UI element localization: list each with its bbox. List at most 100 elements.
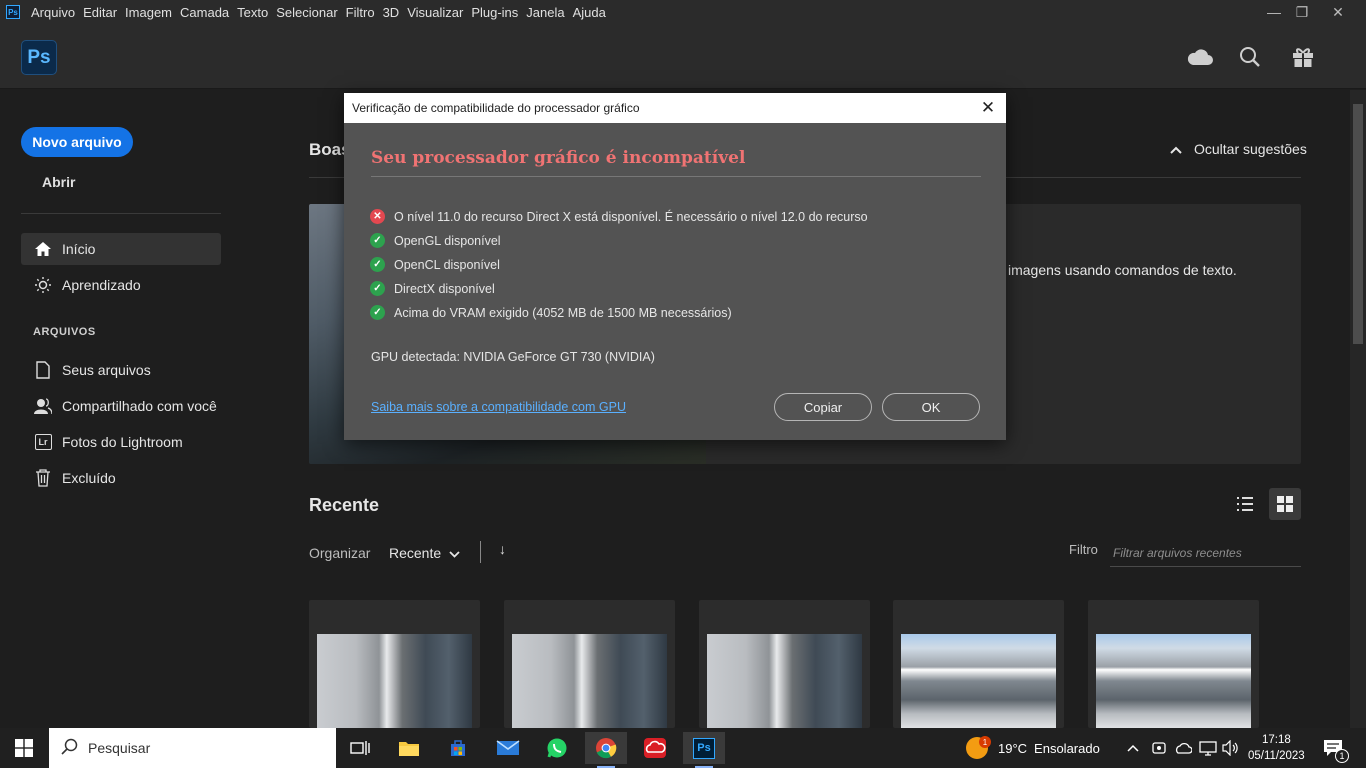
recent-file-card[interactable]	[699, 600, 870, 728]
menu-texto[interactable]: Texto	[233, 5, 272, 20]
grid-view-icon[interactable]	[1269, 488, 1301, 520]
lightroom-icon: Lr	[33, 432, 53, 452]
hide-suggestions-button[interactable]: Ocultar sugestões	[1170, 141, 1307, 157]
check-item: ✓ OpenCL disponível	[370, 257, 500, 272]
photoshop-logo-icon: Ps	[6, 5, 20, 19]
copy-button[interactable]: Copiar	[774, 393, 872, 421]
chevron-down-icon	[449, 545, 460, 561]
ok-button[interactable]: OK	[882, 393, 980, 421]
vertical-scrollbar[interactable]	[1350, 90, 1366, 728]
clock[interactable]: 17:18 05/11/2023	[1248, 728, 1305, 768]
check-text: OpenGL disponível	[394, 233, 501, 248]
clock-time: 17:18	[1261, 734, 1291, 746]
sidebar-item-label: Aprendizado	[62, 277, 141, 293]
taskbar-search-label: Pesquisar	[88, 740, 151, 756]
network-icon[interactable]	[1199, 728, 1217, 768]
menu-visualizar[interactable]: Visualizar	[403, 5, 467, 20]
windows-start-icon[interactable]	[0, 728, 48, 768]
checkmark-icon: ✓	[370, 305, 385, 320]
filter-input[interactable]	[1110, 540, 1301, 567]
cloud-icon[interactable]	[1187, 44, 1213, 70]
gpu-compatibility-dialog: Verificação de compatibilidade do proces…	[344, 93, 1006, 440]
search-icon	[61, 738, 78, 758]
app-header: Ps	[0, 24, 1366, 89]
menu-filtro[interactable]: Filtro	[342, 5, 379, 20]
recent-heading: Recente	[309, 495, 380, 515]
sidebar-item-label: Excluído	[62, 470, 116, 486]
sort-dropdown-value: Recente	[389, 545, 442, 561]
menu-editar[interactable]: Editar	[79, 5, 121, 20]
sidebar-item-seus-arquivos[interactable]: Seus arquivos	[21, 354, 221, 386]
meet-icon[interactable]	[1151, 728, 1167, 768]
scrollbar-thumb[interactable]	[1353, 104, 1363, 344]
chrome-icon[interactable]	[585, 732, 627, 768]
sidebar-item-aprendizado[interactable]: Aprendizado	[21, 269, 221, 301]
new-file-button[interactable]: Novo arquivo	[21, 127, 133, 157]
recent-file-card[interactable]	[1088, 600, 1259, 728]
shared-user-icon	[33, 396, 53, 416]
gpu-help-link[interactable]: Saiba mais sobre a compatibilidade com G…	[371, 400, 626, 414]
filter-label: Filtro	[1069, 542, 1098, 557]
checkmark-icon: ✓	[370, 233, 385, 248]
menu-selecionar[interactable]: Selecionar	[272, 5, 341, 20]
chevron-up-icon[interactable]	[1127, 728, 1141, 768]
check-item: ✓ Acima do VRAM exigido (4052 MB de 1500…	[370, 305, 732, 320]
file-explorer-icon[interactable]	[388, 732, 430, 764]
onedrive-icon[interactable]	[1174, 728, 1192, 768]
restore-icon[interactable]: ❐	[1286, 0, 1318, 24]
close-icon[interactable]: ✕	[978, 98, 998, 118]
recent-file-card[interactable]	[893, 600, 1064, 728]
list-view-icon[interactable]	[1229, 488, 1261, 520]
check-item: ✕ O nível 11.0 do recurso Direct X está …	[370, 209, 868, 224]
sidebar-divider	[21, 213, 221, 214]
dialog-title: Verificação de compatibilidade do proces…	[352, 101, 640, 115]
menu-imagem[interactable]: Imagem	[121, 5, 176, 20]
sidebar-item-excluido[interactable]: Excluído	[21, 462, 221, 494]
menu-ajuda[interactable]: Ajuda	[569, 5, 610, 20]
menu-arquivo[interactable]: Arquivo	[27, 5, 79, 20]
menu-plugins[interactable]: Plug-ins	[467, 5, 522, 20]
sidebar-item-label: Início	[62, 241, 96, 257]
check-text: DirectX disponível	[394, 281, 495, 296]
check-text: Acima do VRAM exigido (4052 MB de 1500 M…	[394, 305, 732, 320]
file-thumbnail	[901, 634, 1056, 728]
task-view-icon[interactable]	[339, 732, 381, 764]
sort-direction-icon[interactable]: ↓	[499, 541, 506, 557]
whatsapp-icon[interactable]	[536, 732, 578, 764]
sidebar-item-inicio[interactable]: Início	[21, 233, 221, 265]
check-item: ✓ OpenGL disponível	[370, 233, 501, 248]
menu-3d[interactable]: 3D	[379, 5, 404, 20]
trash-icon	[33, 468, 53, 488]
sidebar-item-lightroom[interactable]: Lr Fotos do Lightroom	[21, 426, 221, 458]
taskbar-search[interactable]: Pesquisar	[49, 728, 336, 768]
mail-icon[interactable]	[487, 732, 529, 764]
gift-icon[interactable]	[1290, 44, 1316, 70]
menu-bar: Ps Arquivo Editar Imagem Camada Texto Se…	[0, 0, 1366, 24]
photoshop-home-logo[interactable]: Ps	[21, 40, 57, 75]
hide-suggestions-label: Ocultar sugestões	[1194, 141, 1307, 157]
menu-janela[interactable]: Janela	[522, 5, 568, 20]
recent-file-card[interactable]	[504, 600, 675, 728]
close-window-icon[interactable]: ✕	[1322, 0, 1354, 24]
sidebar-item-compartilhado[interactable]: Compartilhado com você	[21, 390, 221, 422]
weather-widget[interactable]: 1 19°C Ensolarado	[966, 728, 1100, 768]
dialog-divider	[371, 176, 981, 177]
search-icon[interactable]	[1237, 44, 1263, 70]
sidebar: Novo arquivo Abrir Início Aprendizado AR…	[0, 90, 240, 728]
section-heading-arquivos: ARQUIVOS	[33, 326, 96, 338]
open-button[interactable]: Abrir	[42, 174, 75, 190]
notification-count: 1	[1335, 749, 1349, 763]
file-thumbnail	[317, 634, 472, 728]
dialog-titlebar: Verificação de compatibilidade do proces…	[344, 93, 1006, 123]
home-icon	[33, 239, 53, 259]
creative-cloud-icon[interactable]	[634, 732, 676, 764]
notifications-icon[interactable]: 1	[1323, 728, 1349, 768]
menu-camada[interactable]: Camada	[176, 5, 233, 20]
photoshop-taskbar-icon[interactable]: Ps	[683, 732, 725, 768]
recent-file-card[interactable]	[309, 600, 480, 728]
microsoft-store-icon[interactable]	[437, 732, 479, 764]
sort-dropdown[interactable]: Recente	[389, 545, 460, 561]
volume-icon[interactable]	[1222, 728, 1240, 768]
file-thumbnail	[707, 634, 862, 728]
weather-temp: 19°C	[998, 740, 1028, 756]
